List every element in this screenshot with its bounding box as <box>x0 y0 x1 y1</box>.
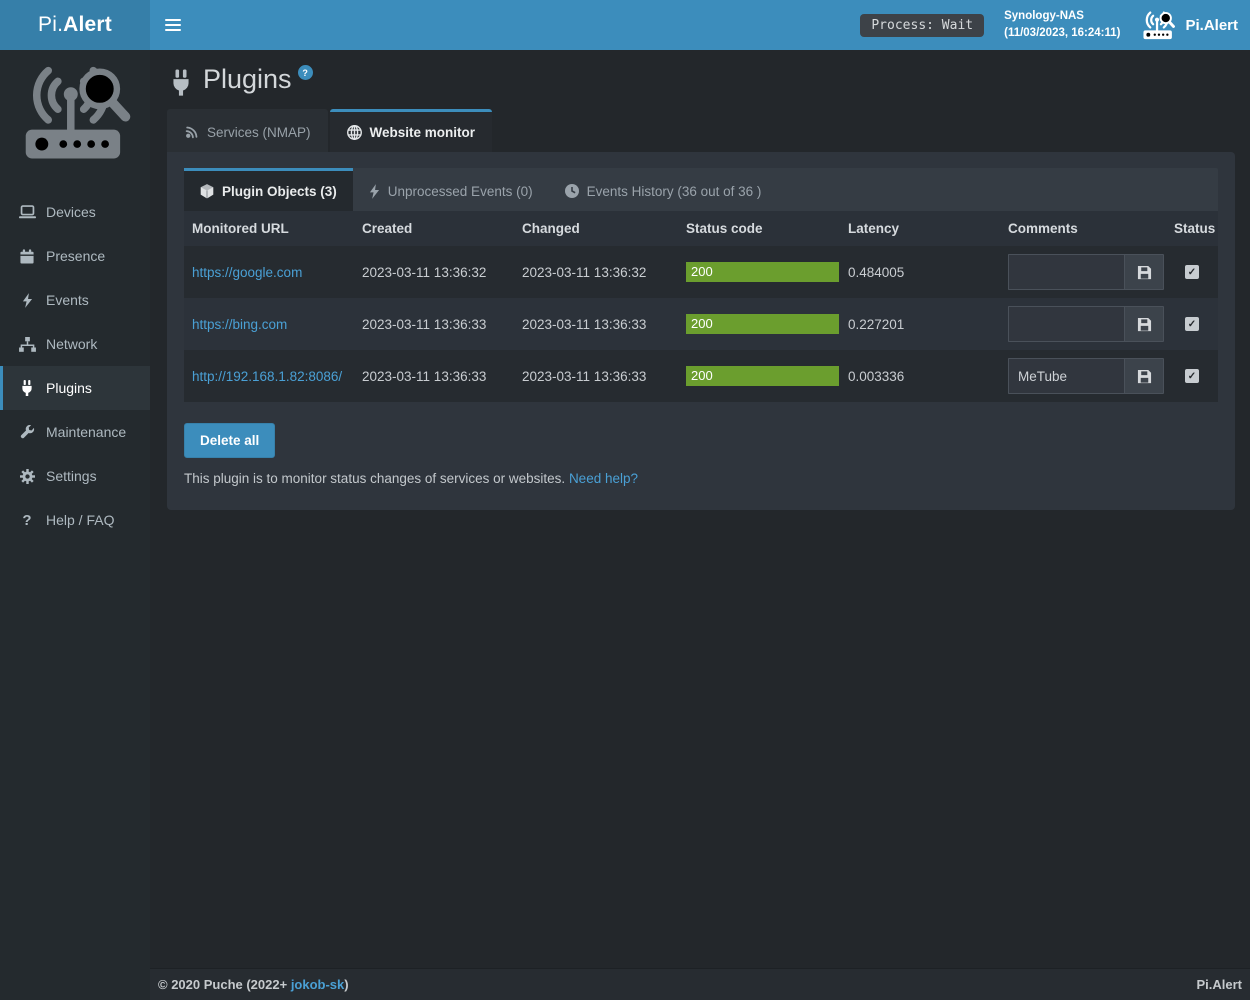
monitored-url-link[interactable]: http://192.168.1.82:8086/ <box>192 369 342 384</box>
table-row: https://google.com 2023-03-11 13:36:32 2… <box>184 246 1218 298</box>
clock-icon <box>565 184 579 198</box>
tab-website-monitor[interactable]: Website monitor <box>330 109 493 152</box>
app-logo <box>0 50 150 176</box>
created-value: 2023-03-11 13:36:33 <box>354 298 514 350</box>
globe-icon <box>347 125 362 140</box>
plug-icon <box>170 69 192 96</box>
gear-icon <box>18 469 36 484</box>
status-code-bar: 200 <box>686 366 839 386</box>
sidebar-item-maintenance[interactable]: Maintenance <box>0 410 150 454</box>
author-link[interactable]: jokob-sk <box>291 977 344 992</box>
monitored-url-link[interactable]: https://bing.com <box>192 317 287 332</box>
status-checkbox[interactable] <box>1185 317 1199 331</box>
sitemap-icon <box>18 337 36 352</box>
cube-icon <box>200 184 214 199</box>
col-latency: Latency <box>840 211 1000 246</box>
host-timestamp: (11/03/2023, 16:24:11) <box>1004 25 1120 42</box>
delete-all-button[interactable]: Delete all <box>184 423 275 458</box>
created-value: 2023-03-11 13:36:33 <box>354 350 514 402</box>
col-status-code: Status code <box>678 211 840 246</box>
sidebar-menu: Devices Presence Events Network <box>0 190 150 542</box>
changed-value: 2023-03-11 13:36:32 <box>514 246 678 298</box>
host-info: Synology-NAS (11/03/2023, 16:24:11) <box>1004 8 1120 41</box>
status-checkbox[interactable] <box>1185 369 1199 383</box>
save-comment-button[interactable] <box>1124 306 1164 342</box>
laptop-icon <box>18 205 36 219</box>
changed-value: 2023-03-11 13:36:33 <box>514 298 678 350</box>
bolt-icon <box>369 184 380 199</box>
monitored-urls-table: Monitored URL Created Changed Status cod… <box>184 211 1218 402</box>
col-comments: Comments <box>1000 211 1166 246</box>
comment-input[interactable] <box>1008 306 1124 342</box>
sidebar-item-devices[interactable]: Devices <box>0 190 150 234</box>
footer-app-name: Pi.Alert <box>1196 977 1242 992</box>
sidebar-item-plugins[interactable]: Plugins <box>0 366 150 410</box>
app-name: Pi.Alert <box>1185 17 1238 34</box>
question-icon: ? <box>18 512 36 529</box>
table-row: https://bing.com 2023-03-11 13:36:33 202… <box>184 298 1218 350</box>
page-title-text: Plugins <box>203 64 292 95</box>
save-comment-button[interactable] <box>1124 254 1164 290</box>
col-changed: Changed <box>514 211 678 246</box>
top-navbar: Process: Wait Synology-NAS (11/03/2023, … <box>150 0 1250 50</box>
changed-value: 2023-03-11 13:36:33 <box>514 350 678 402</box>
monitored-url-link[interactable]: https://google.com <box>192 265 302 280</box>
sidebar-item-events[interactable]: Events <box>0 278 150 322</box>
brand-text-bold: Alert <box>63 13 112 37</box>
sidebar: Devices Presence Events Network <box>0 50 150 1000</box>
status-checkbox[interactable] <box>1185 265 1199 279</box>
process-status-badge: Process: Wait <box>860 14 984 37</box>
table-row: http://192.168.1.82:8086/ 2023-03-11 13:… <box>184 350 1218 402</box>
broadcast-icon <box>184 125 199 140</box>
status-code-bar: 200 <box>686 314 839 334</box>
floppy-icon <box>1137 265 1152 280</box>
router-search-logo-icon <box>15 62 133 165</box>
tab-plugin-objects[interactable]: Plugin Objects (3) <box>184 168 353 211</box>
content-area: Plugins ? Services (NMAP) Website monito… <box>150 50 1250 968</box>
floppy-icon <box>1137 317 1152 332</box>
sidebar-item-network[interactable]: Network <box>0 322 150 366</box>
tab-services-nmap[interactable]: Services (NMAP) <box>167 109 328 152</box>
calendar-icon <box>18 249 36 264</box>
save-comment-button[interactable] <box>1124 358 1164 394</box>
latency-value: 0.227201 <box>840 298 1000 350</box>
help-badge[interactable]: ? <box>298 65 313 80</box>
sidebar-item-settings[interactable]: Settings <box>0 454 150 498</box>
created-value: 2023-03-11 13:36:32 <box>354 246 514 298</box>
router-search-icon <box>1140 10 1176 41</box>
table-header-row: Monitored URL Created Changed Status cod… <box>184 211 1218 246</box>
need-help-link[interactable]: Need help? <box>569 471 638 486</box>
bolt-icon <box>18 293 36 308</box>
website-monitor-panel: Plugin Objects (3) Unprocessed Events (0… <box>167 152 1235 510</box>
plugin-subtabs: Plugin Objects (3) Unprocessed Events (0… <box>184 168 1218 211</box>
wrench-icon <box>18 425 36 440</box>
plug-icon <box>18 380 36 396</box>
latency-value: 0.003336 <box>840 350 1000 402</box>
footer-copyright: © 2020 Puche (2022+ jokob-sk) <box>158 977 349 992</box>
floppy-icon <box>1137 369 1152 384</box>
col-created: Created <box>354 211 514 246</box>
col-status: Status <box>1166 211 1218 246</box>
hamburger-icon <box>165 19 181 21</box>
plugin-description: This plugin is to monitor status changes… <box>184 471 1218 486</box>
sidebar-item-help-faq[interactable]: ? Help / FAQ <box>0 498 150 542</box>
sidebar-toggle-button[interactable] <box>150 0 196 50</box>
host-name: Synology-NAS <box>1004 8 1120 25</box>
sidebar-item-presence[interactable]: Presence <box>0 234 150 278</box>
page-title: Plugins ? <box>170 64 1235 96</box>
tab-unprocessed-events[interactable]: Unprocessed Events (0) <box>353 168 549 211</box>
footer: © 2020 Puche (2022+ jokob-sk) Pi.Alert <box>150 968 1250 1000</box>
comment-input[interactable] <box>1008 254 1124 290</box>
latency-value: 0.484005 <box>840 246 1000 298</box>
tab-events-history[interactable]: Events History (36 out of 36 ) <box>549 168 778 211</box>
status-code-bar: 200 <box>686 262 839 282</box>
col-monitored-url: Monitored URL <box>184 211 354 246</box>
plugin-tabs: Services (NMAP) Website monitor <box>167 109 1235 152</box>
comment-input[interactable] <box>1008 358 1124 394</box>
brand-text-normal: Pi. <box>38 13 63 37</box>
top-bar: Pi.Alert Process: Wait Synology-NAS (11/… <box>0 0 1250 50</box>
brand-logo[interactable]: Pi.Alert <box>0 0 150 50</box>
